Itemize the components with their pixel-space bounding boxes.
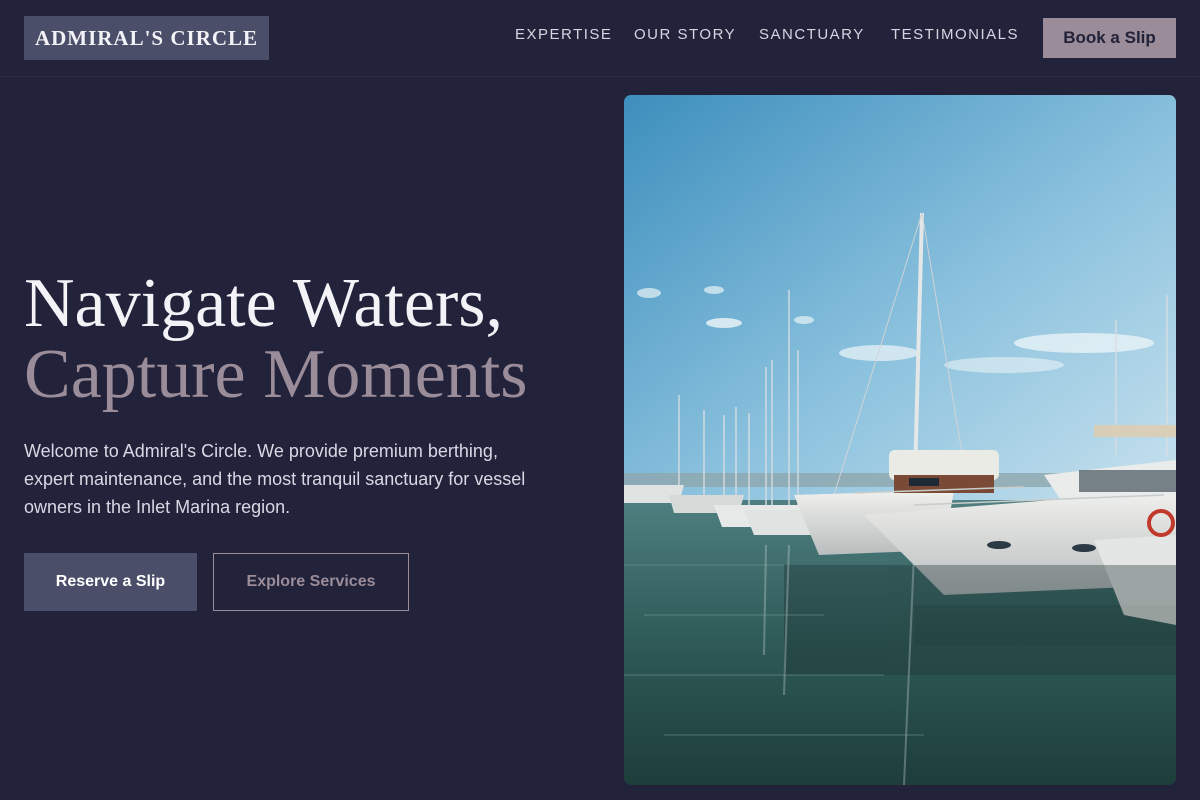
- reserve-slip-button[interactable]: Reserve a Slip: [24, 553, 197, 611]
- nav-link-our-story[interactable]: OUR STORY: [634, 26, 736, 43]
- headline-line-2: Capture Moments: [24, 336, 528, 413]
- explore-services-button[interactable]: Explore Services: [213, 553, 409, 611]
- book-slip-button[interactable]: Book a Slip: [1043, 18, 1176, 58]
- nav-link-sanctuary[interactable]: SANCTUARY: [759, 26, 865, 43]
- marina-photo: [624, 95, 1176, 785]
- headline-line-1: Navigate Waters,: [24, 265, 503, 342]
- site-header: ADMIRAL'S CIRCLE EXPERTISE OUR STORY SAN…: [0, 0, 1200, 77]
- nav-link-expertise[interactable]: EXPERTISE: [515, 26, 612, 43]
- marina-illustration: [624, 95, 1176, 785]
- brand-logo[interactable]: ADMIRAL'S CIRCLE: [24, 16, 269, 60]
- nav-link-testimonials[interactable]: TESTIMONIALS: [891, 26, 1019, 43]
- hero-intro-text: Welcome to Admiral's Circle. We provide …: [24, 441, 526, 517]
- hero-headline: Navigate Waters, Capture Moments: [24, 268, 604, 410]
